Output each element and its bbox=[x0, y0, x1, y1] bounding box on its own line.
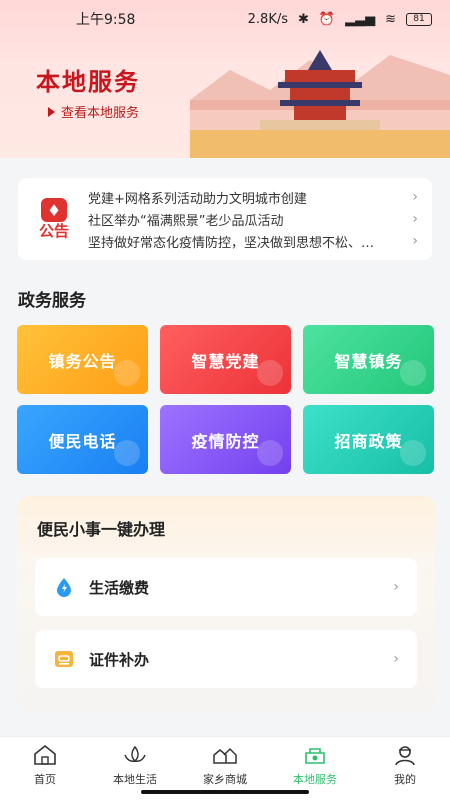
party-emblem-icon bbox=[257, 360, 283, 386]
home-icon bbox=[34, 744, 56, 765]
id-card-icon bbox=[55, 651, 73, 667]
document-icon bbox=[400, 440, 426, 466]
village-icon bbox=[213, 747, 237, 764]
water-drop-icon bbox=[57, 578, 71, 597]
tile-label: 智慧党建 bbox=[191, 351, 260, 371]
nav-item-home[interactable]: 首页 bbox=[0, 737, 90, 800]
view-local-services-link[interactable]: 查看本地服务 bbox=[48, 102, 139, 121]
shield-icon bbox=[257, 440, 283, 466]
chevron-right-icon: › bbox=[393, 579, 399, 595]
tile-label: 镇务公告 bbox=[48, 351, 117, 371]
chevron-right-icon: › bbox=[412, 233, 418, 249]
notice-logo: ♦ 公告 bbox=[32, 184, 76, 254]
status-bar: 上午9:58 2.8K/s ✱ ⏰ ▂▃▅ ≋ 81 bbox=[0, 0, 450, 38]
row-label: 生活缴费 bbox=[89, 578, 150, 597]
network-speed: 2.8K/s bbox=[247, 11, 288, 27]
notice-item[interactable]: 坚持做好常态化疫情防控，坚决做到思想不松、… › bbox=[88, 230, 432, 252]
alarm-icon: ⏰ bbox=[318, 11, 336, 27]
temple-illustration bbox=[190, 50, 450, 158]
tile-label: 智慧镇务 bbox=[334, 351, 403, 371]
tile-investment-policy[interactable]: 招商政策 bbox=[303, 405, 434, 474]
lotus-icon bbox=[124, 745, 146, 763]
tile-epidemic-control[interactable]: 疫情防控 bbox=[160, 405, 291, 474]
building-icon bbox=[400, 360, 426, 386]
chevron-right-icon: › bbox=[393, 651, 399, 667]
chevron-right-icon: › bbox=[412, 211, 418, 227]
row-label: 证件补办 bbox=[89, 650, 150, 669]
signal-icon: ▂▃▅ bbox=[345, 11, 376, 27]
nav-label: 家乡商城 bbox=[203, 773, 247, 786]
notice-item-text: 坚持做好常态化疫情防控，坚决做到思想不松、… bbox=[88, 235, 375, 251]
gov-services-title: 政务服务 bbox=[18, 291, 86, 311]
notice-item[interactable]: 社区举办“福满熙景”老少品瓜活动 › bbox=[88, 208, 432, 230]
local-services-icon bbox=[305, 748, 325, 764]
row-id-reissue[interactable]: 证件补办 › bbox=[35, 630, 417, 688]
status-time: 上午9:58 bbox=[76, 12, 136, 28]
megaphone-icon bbox=[114, 360, 140, 386]
wifi-icon: ≋ bbox=[385, 11, 396, 27]
chevron-right-icon: › bbox=[412, 189, 418, 205]
tile-service-phone[interactable]: 便民电话 bbox=[17, 405, 148, 474]
tile-label: 便民电话 bbox=[48, 431, 117, 451]
quick-service-panel: 便民小事一键办理 生活缴费 › 证件补办 › bbox=[17, 496, 435, 711]
phone-icon bbox=[114, 440, 140, 466]
play-arrow-icon bbox=[48, 106, 55, 117]
quick-service-title: 便民小事一键办理 bbox=[37, 520, 166, 539]
tile-label: 招商政策 bbox=[334, 431, 403, 451]
tile-smart-town[interactable]: 智慧镇务 bbox=[303, 325, 434, 394]
nav-label: 本地服务 bbox=[293, 773, 337, 786]
notice-card: ♦ 公告 党建+网格系列活动助力文明城市创建 › 社区举办“福满熙景”老少品瓜活… bbox=[18, 178, 432, 260]
notice-item-text: 党建+网格系列活动助力文明城市创建 bbox=[88, 191, 307, 207]
tile-label: 疫情防控 bbox=[191, 431, 260, 451]
bluetooth-icon: ✱ bbox=[298, 11, 309, 27]
tile-town-announcement[interactable]: 镇务公告 bbox=[17, 325, 148, 394]
banner: 上午9:58 2.8K/s ✱ ⏰ ▂▃▅ ≋ 81 本地服务 查看本地服务 bbox=[0, 0, 450, 158]
home-indicator[interactable] bbox=[141, 790, 309, 794]
tile-smart-party[interactable]: 智慧党建 bbox=[160, 325, 291, 394]
nav-item-mine[interactable]: 我的 bbox=[360, 737, 450, 800]
nav-label: 我的 bbox=[394, 773, 416, 786]
battery-icon: 81 bbox=[406, 12, 432, 26]
row-utility-payment[interactable]: 生活缴费 › bbox=[35, 558, 417, 616]
flame-icon: ♦ bbox=[41, 198, 67, 222]
nav-label: 首页 bbox=[34, 773, 56, 786]
person-icon bbox=[395, 746, 415, 766]
banner-title: 本地服务 bbox=[36, 68, 140, 96]
notice-item[interactable]: 党建+网格系列活动助力文明城市创建 › bbox=[88, 186, 432, 208]
gov-services-grid: 镇务公告 智慧党建 智慧镇务 便民电话 疫情防控 招商政策 bbox=[17, 325, 435, 474]
notice-list: 党建+网格系列活动助力文明城市创建 › 社区举办“福满熙景”老少品瓜活动 › 坚… bbox=[76, 186, 432, 252]
notice-item-text: 社区举办“福满熙景”老少品瓜活动 bbox=[88, 213, 284, 229]
banner-link-label: 查看本地服务 bbox=[61, 106, 140, 121]
notice-logo-text: 公告 bbox=[38, 222, 69, 240]
nav-label: 本地生活 bbox=[113, 773, 157, 786]
